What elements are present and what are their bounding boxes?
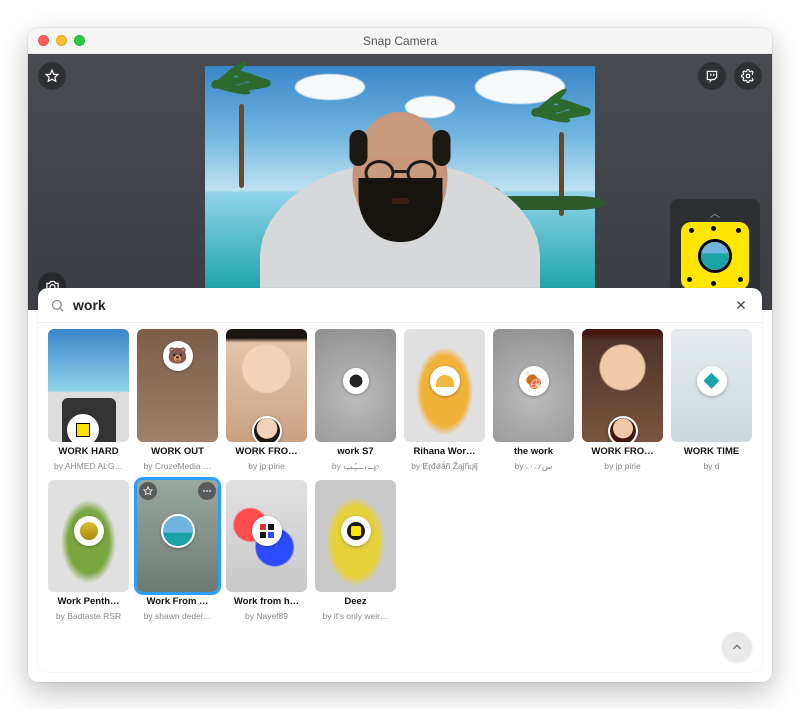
twitch-icon [705, 69, 719, 83]
camera-preview [205, 66, 595, 292]
lens-item[interactable]: Work From … by shawn dedel… [137, 480, 218, 622]
search-input[interactable] [73, 297, 724, 313]
lens-author: by jp pirie [604, 461, 640, 471]
lens-title: Rihana Wor… [413, 446, 475, 457]
lens-grid: WORK HARD by AHMED ALG… 🐻 WORK OUT by Cr… [38, 323, 762, 672]
lens-author: by Badtaste RSR [56, 611, 121, 621]
lens-title: Deez [344, 596, 366, 607]
lens-thumbnail [404, 329, 485, 442]
lens-title: WORK HARD [58, 446, 118, 457]
lens-thumbnail: 🍖 [493, 329, 574, 442]
more-icon [202, 486, 212, 496]
lens-title: work S7 [337, 446, 373, 457]
lens-title: the work [514, 446, 553, 457]
lens-thumbnail: 🐻 [137, 329, 218, 442]
minimize-window-button[interactable] [56, 35, 67, 46]
lens-author: by d [703, 461, 719, 471]
lens-item[interactable]: Deez by it's only weir… [315, 480, 396, 622]
lens-author: by it's only weir… [323, 611, 389, 621]
lens-panel: WORK HARD by AHMED ALG… 🐻 WORK OUT by Cr… [38, 288, 762, 672]
lens-item[interactable]: 🍖 the work by س؍ۦ٠ۦ [493, 329, 574, 472]
star-icon [143, 486, 153, 496]
clear-search-button[interactable] [732, 296, 750, 314]
lens-item[interactable]: WORK FRO… by jp pirie [226, 329, 307, 472]
lens-title: Work from h… [234, 596, 299, 607]
lens-badge-icon [343, 368, 369, 394]
lens-thumbnail [226, 329, 307, 442]
maximize-window-button[interactable] [74, 35, 85, 46]
lens-badge-icon [161, 514, 195, 548]
lens-badge-icon: 🍖 [519, 366, 549, 396]
lens-thumbnail [582, 329, 663, 442]
lens-title: Work From … [146, 596, 208, 607]
lens-badge-icon: 🐻 [163, 341, 193, 371]
lens-author: by س؍ۦ٠ۦ [515, 461, 553, 472]
lens-thumbnail [671, 329, 752, 442]
snapcode-icon [681, 222, 749, 290]
lens-author: by CruzeMedia … [143, 461, 211, 471]
close-window-button[interactable] [38, 35, 49, 46]
scroll-to-top-button[interactable] [722, 632, 752, 662]
lens-title: WORK FRO… [235, 446, 297, 457]
lens-item[interactable]: WORK FRO… by jp pirie [582, 329, 663, 472]
lens-author: by AHMED ALG… [54, 461, 123, 471]
lens-author: by jp pirie [248, 461, 284, 471]
lens-item[interactable]: work S7 by ـ،ــِۢب℘ [315, 329, 396, 472]
more-options-button[interactable] [198, 482, 216, 500]
app-window: Snap Camera [28, 28, 772, 682]
lens-author: by ـ،ــِۢب℘ [332, 461, 379, 472]
lens-badge-icon [608, 416, 638, 442]
lens-item[interactable]: 🐻 WORK OUT by CruzeMedia … [137, 329, 218, 472]
lens-item[interactable]: Work from h… by Nayef89 [226, 480, 307, 622]
lens-badge-icon [252, 416, 282, 442]
lens-thumbnail [48, 329, 129, 442]
settings-button[interactable] [734, 62, 762, 90]
lens-title: Work Penth… [57, 596, 119, 607]
lens-thumbnail [48, 480, 129, 593]
camera-area: ︿ [28, 54, 772, 310]
traffic-lights [38, 35, 85, 46]
lens-thumbnail [226, 480, 307, 593]
lens-item[interactable]: WORK TIME by d [671, 329, 752, 472]
close-icon [735, 299, 747, 311]
lens-thumbnail [315, 480, 396, 593]
lens-item[interactable]: Work Penth… by Badtaste RSR [48, 480, 129, 622]
favorites-button[interactable] [38, 62, 66, 90]
gear-icon [741, 69, 755, 83]
lens-thumbnail [137, 480, 218, 593]
lens-title: WORK FRO… [591, 446, 653, 457]
search-bar [38, 288, 762, 323]
chevron-up-icon: ︿ [710, 205, 720, 220]
search-icon [50, 298, 65, 313]
lens-badge-icon [341, 516, 371, 546]
window-title: Snap Camera [28, 34, 772, 48]
lens-author: by Ɇɽđǿǻñ Žąǰñųłǰ [411, 461, 478, 471]
titlebar: Snap Camera [28, 28, 772, 54]
favorite-lens-button[interactable] [139, 482, 157, 500]
snapcode-panel[interactable]: ︿ [670, 199, 760, 298]
lens-item[interactable]: Rihana Wor… by Ɇɽđǿǻñ Žąǰñųłǰ [404, 329, 485, 472]
lens-thumbnail [315, 329, 396, 442]
lens-title: WORK TIME [684, 446, 739, 457]
lens-item[interactable]: WORK HARD by AHMED ALG… [48, 329, 129, 472]
lens-author: by shawn dedel… [144, 611, 212, 621]
star-icon [45, 69, 59, 83]
lens-author: by Nayef89 [245, 611, 288, 621]
lens-badge-icon [697, 366, 727, 396]
twitch-button[interactable] [698, 62, 726, 90]
chevron-up-icon [730, 640, 744, 654]
lens-badge-icon [430, 366, 460, 396]
lens-badge-icon [74, 516, 104, 546]
lens-title: WORK OUT [151, 446, 204, 457]
lens-badge-icon [252, 516, 282, 546]
